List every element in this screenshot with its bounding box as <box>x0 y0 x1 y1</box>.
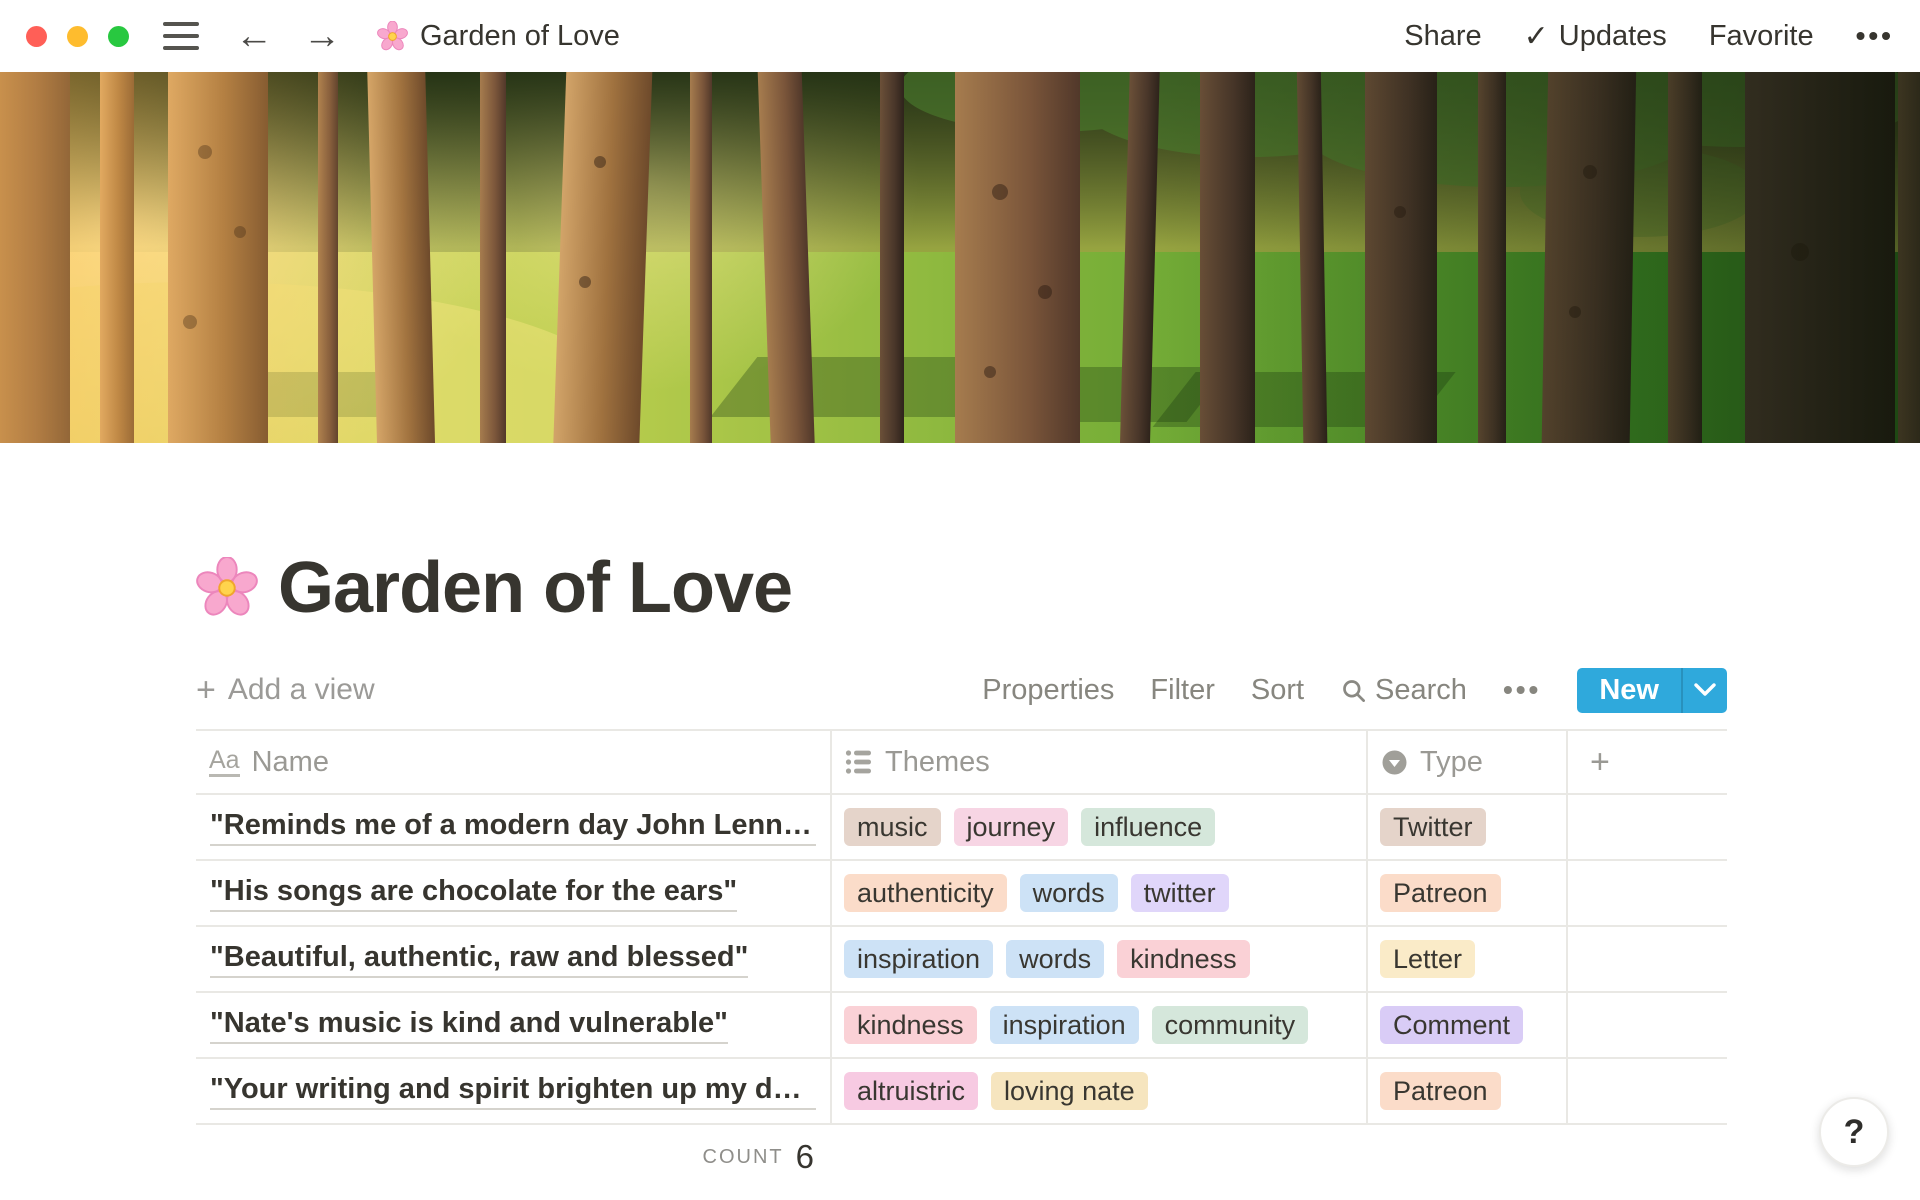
theme-tag: twitter <box>1131 874 1229 912</box>
type-tag: Patreon <box>1380 1072 1501 1110</box>
filter-button[interactable]: Filter <box>1150 674 1214 707</box>
name-cell[interactable]: "His songs are chocolate for the ears" <box>196 861 830 925</box>
theme-tag: journey <box>954 808 1069 846</box>
theme-tag: inspiration <box>844 940 993 978</box>
new-button[interactable]: New <box>1577 668 1681 713</box>
title-property-icon: Aa <box>209 747 240 777</box>
type-tag: Patreon <box>1380 874 1501 912</box>
new-button-group[interactable]: New <box>1577 668 1727 713</box>
name-cell[interactable]: "Nate's music is kind and vulnerable" <box>196 993 830 1057</box>
page-icon-cherry-blossom[interactable] <box>196 557 258 619</box>
traffic-lights <box>26 26 129 47</box>
table-row: "Your writing and spirit brighten up my … <box>196 1059 1727 1125</box>
theme-tag: loving nate <box>991 1072 1148 1110</box>
type-cell[interactable]: Patreon <box>1366 861 1566 925</box>
row-title-link[interactable]: "Reminds me of a modern day John Lennon" <box>210 809 816 846</box>
column-header-type[interactable]: Type <box>1366 731 1566 793</box>
row-title-link[interactable]: "Nate's music is kind and vulnerable" <box>210 1007 728 1044</box>
type-cell[interactable]: Twitter <box>1366 795 1566 859</box>
themes-cell[interactable]: music journey influence <box>830 795 1366 859</box>
search-icon <box>1340 677 1367 704</box>
breadcrumb-page-title: Garden of Love <box>420 20 620 53</box>
check-icon: ✓ <box>1524 19 1549 54</box>
column-header-themes[interactable]: Themes <box>830 731 1366 793</box>
theme-tag: inspiration <box>990 1006 1139 1044</box>
page-header: Garden of Love <box>196 547 1920 629</box>
themes-cell[interactable]: kindness inspiration community <box>830 993 1366 1057</box>
forward-arrow-icon[interactable]: → <box>303 17 341 55</box>
question-mark-icon: ? <box>1844 1113 1865 1152</box>
back-arrow-icon[interactable]: ← <box>235 17 273 55</box>
cherry-blossom-icon <box>377 21 408 52</box>
type-cell[interactable]: Comment <box>1366 993 1566 1057</box>
themes-cell[interactable]: inspiration words kindness <box>830 927 1366 991</box>
properties-button[interactable]: Properties <box>982 674 1114 707</box>
type-cell[interactable]: Letter <box>1366 927 1566 991</box>
type-tag: Letter <box>1380 940 1475 978</box>
count-value: 6 <box>796 1138 814 1176</box>
table-row: "Reminds me of a modern day John Lennon"… <box>196 795 1727 861</box>
new-dropdown-button[interactable] <box>1681 668 1727 713</box>
column-header-name[interactable]: Aa Name <box>196 731 830 793</box>
favorite-button[interactable]: Favorite <box>1709 20 1814 53</box>
table-row: "His songs are chocolate for the ears" a… <box>196 861 1727 927</box>
breadcrumb[interactable]: Garden of Love <box>377 20 620 53</box>
name-cell[interactable]: "Your writing and spirit brighten up my … <box>196 1059 830 1123</box>
row-title-link[interactable]: "His songs are chocolate for the ears" <box>210 875 737 912</box>
empty-cell[interactable] <box>1566 927 1727 991</box>
name-cell[interactable]: "Reminds me of a modern day John Lennon" <box>196 795 830 859</box>
empty-cell[interactable] <box>1566 1059 1727 1123</box>
table-header-row: Aa Name Themes Type + <box>196 729 1727 795</box>
count-calculation[interactable]: COUNT 6 <box>196 1125 830 1189</box>
help-button[interactable]: ? <box>1819 1097 1889 1167</box>
theme-tag: kindness <box>1117 940 1250 978</box>
theme-tag: altruistric <box>844 1072 978 1110</box>
select-property-icon <box>1381 749 1408 776</box>
theme-tag: authenticity <box>844 874 1007 912</box>
search-button[interactable]: Search <box>1340 674 1467 707</box>
share-button[interactable]: Share <box>1404 20 1481 53</box>
empty-cell[interactable] <box>1566 993 1727 1057</box>
themes-cell[interactable]: authenticity words twitter <box>830 861 1366 925</box>
zoom-window-button[interactable] <box>108 26 129 47</box>
cover-image <box>0 72 1920 443</box>
view-toolbar: + Add a view Properties Filter Sort Sear… <box>196 667 1727 713</box>
type-cell[interactable]: Patreon <box>1366 1059 1566 1123</box>
theme-tag: words <box>1020 874 1118 912</box>
row-title-link[interactable]: "Beautiful, authentic, raw and blessed" <box>210 941 748 978</box>
multiselect-list-icon <box>845 749 873 775</box>
close-window-button[interactable] <box>26 26 47 47</box>
empty-cell[interactable] <box>1566 861 1727 925</box>
add-column-button[interactable]: + <box>1566 731 1727 793</box>
plus-icon: + <box>196 671 216 710</box>
page-title[interactable]: Garden of Love <box>278 547 792 629</box>
theme-tag: words <box>1006 940 1104 978</box>
empty-cell[interactable] <box>1566 795 1727 859</box>
sidebar-menu-icon[interactable] <box>163 22 199 50</box>
table-row: "Beautiful, authentic, raw and blessed" … <box>196 927 1727 993</box>
sort-button[interactable]: Sort <box>1251 674 1304 707</box>
add-view-button[interactable]: + Add a view <box>196 671 375 710</box>
window-topbar: ← → Garden of Love Share ✓ Updates Favor… <box>0 0 1920 72</box>
table-footer-row: COUNT 6 <box>196 1125 1727 1189</box>
database-table: Aa Name Themes Type + <box>196 729 1727 1189</box>
themes-cell[interactable]: altruistric loving nate <box>830 1059 1366 1123</box>
theme-tag: kindness <box>844 1006 977 1044</box>
type-tag: Comment <box>1380 1006 1523 1044</box>
topbar-actions: Share ✓ Updates Favorite ••• <box>1404 19 1894 54</box>
table-row: "Nate's music is kind and vulnerable" ki… <box>196 993 1727 1059</box>
minimize-window-button[interactable] <box>67 26 88 47</box>
theme-tag: community <box>1152 1006 1309 1044</box>
chevron-down-icon <box>1694 683 1716 697</box>
name-cell[interactable]: "Beautiful, authentic, raw and blessed" <box>196 927 830 991</box>
row-title-link[interactable]: "Your writing and spirit brighten up my … <box>210 1073 816 1110</box>
view-more-options-icon[interactable]: ••• <box>1503 674 1541 706</box>
type-tag: Twitter <box>1380 808 1486 846</box>
updates-button[interactable]: ✓ Updates <box>1524 19 1667 54</box>
count-label: COUNT <box>703 1146 784 1169</box>
more-options-icon[interactable]: ••• <box>1856 20 1894 52</box>
theme-tag: influence <box>1081 808 1215 846</box>
theme-tag: music <box>844 808 941 846</box>
